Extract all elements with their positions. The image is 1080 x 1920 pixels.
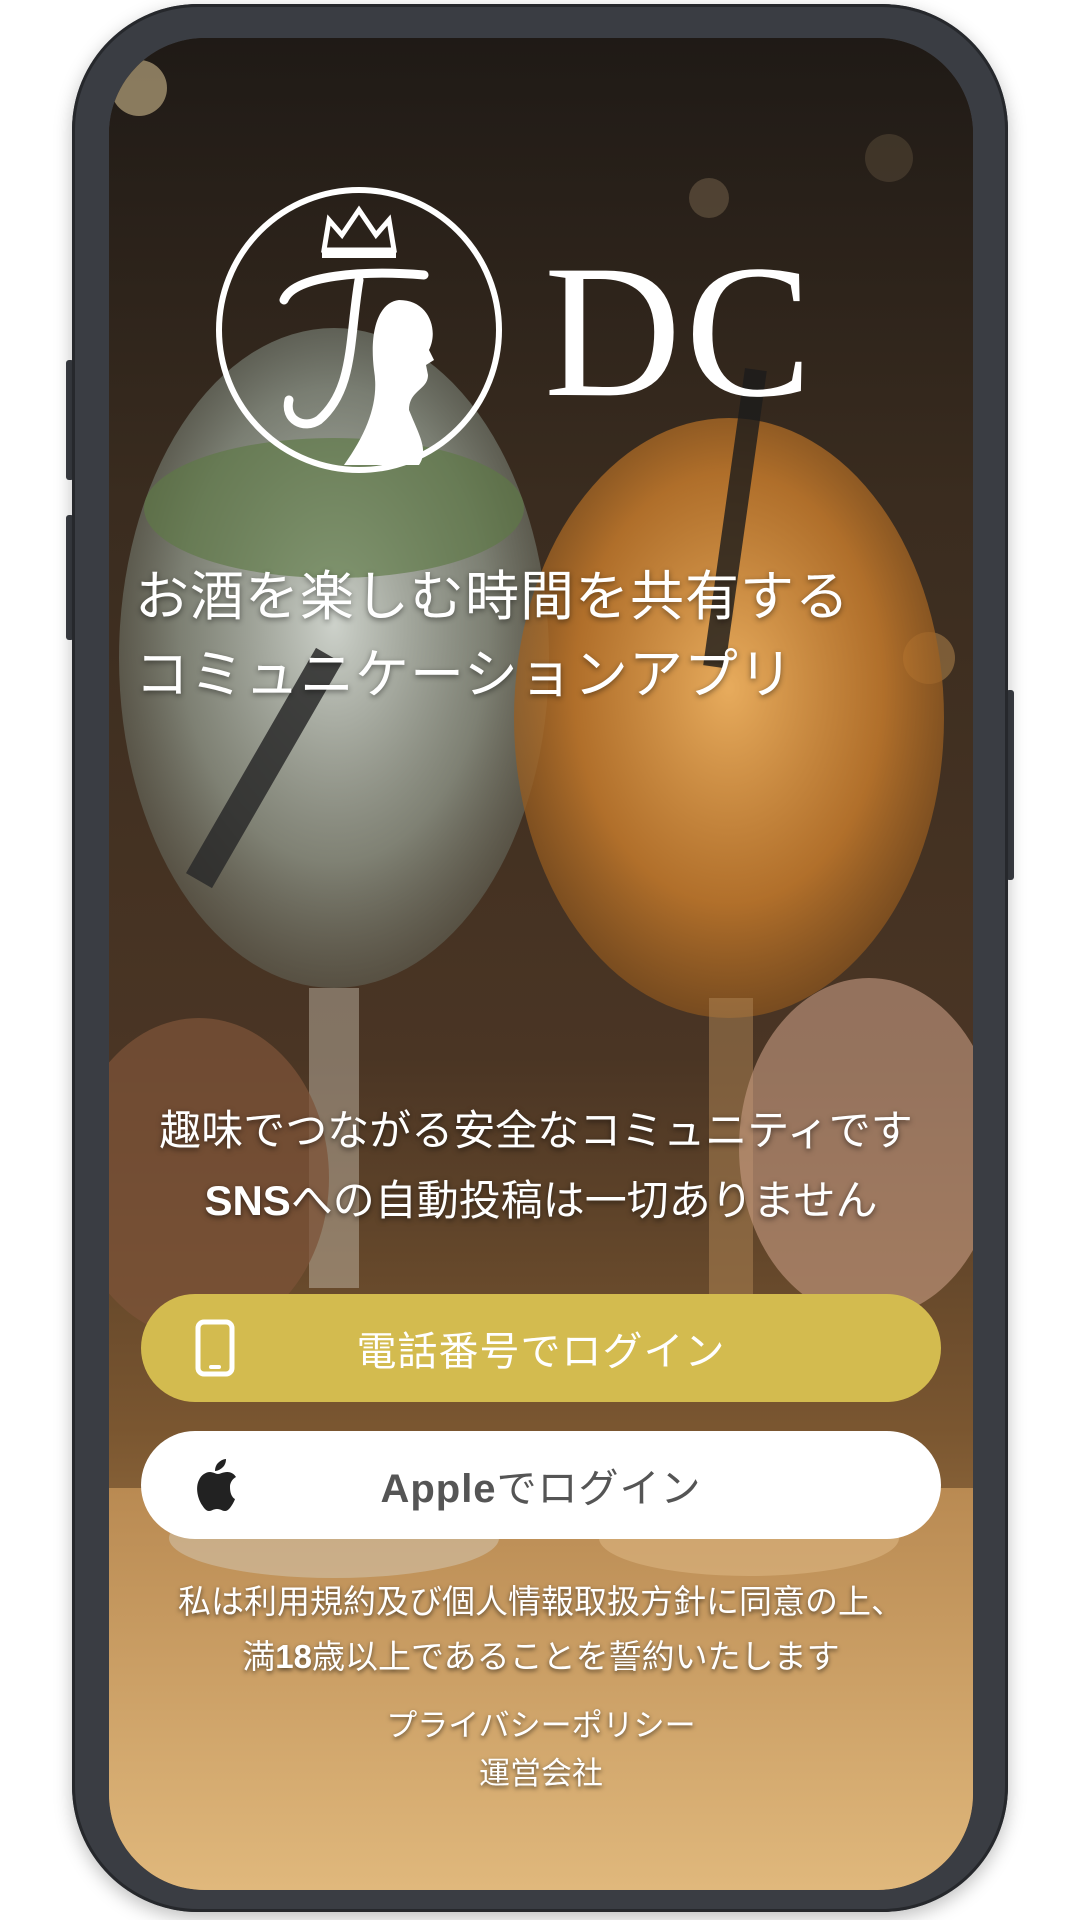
login-screen: DC お酒を楽しむ時間を共有する コミュニケーションアプリ 趣味でつながる安全な… bbox=[109, 38, 973, 1890]
phone-login-button[interactable]: 電話番号でログイン bbox=[141, 1294, 941, 1402]
logo-emblem-icon bbox=[216, 187, 502, 473]
app-logo: DC bbox=[214, 180, 874, 480]
agreement-age-bold: 18 bbox=[275, 1638, 313, 1675]
description-sns-bold: SNS bbox=[204, 1177, 291, 1224]
tagline-line-1: お酒を楽しむ時間を共有する bbox=[135, 565, 850, 628]
apple-login-button[interactable]: Appleでログイン bbox=[141, 1431, 941, 1539]
description-line-2: SNSへの自動投稿は一切ありません bbox=[109, 1166, 973, 1236]
footer-links: プライバシーポリシー 運営会社 bbox=[109, 1702, 973, 1798]
description-line-1: 趣味でつながる安全なコミュニティです bbox=[159, 1106, 913, 1155]
apple-login-label-bold: Apple bbox=[380, 1467, 497, 1511]
device-mockup: DC お酒を楽しむ時間を共有する コミュニケーションアプリ 趣味でつながる安全な… bbox=[0, 0, 1080, 1920]
phone-login-label: 電話番号でログイン bbox=[356, 1329, 726, 1375]
agreement-line-2-text: 歳以上であることを誓約いたします bbox=[312, 1637, 840, 1676]
smartphone-icon bbox=[191, 1318, 239, 1378]
app-description: 趣味でつながる安全なコミュニティです SNSへの自動投稿は一切ありません bbox=[109, 1096, 973, 1236]
agreement-prefix: 満 bbox=[242, 1637, 276, 1676]
operator-link[interactable]: 運営会社 bbox=[479, 1750, 603, 1798]
agreement-line-1: 私は利用規約及び個人情報取扱方針に同意の上、 bbox=[178, 1582, 904, 1621]
terms-agreement: 私は利用規約及び個人情報取扱方針に同意の上、 満18歳以上であることを誓約いたし… bbox=[109, 1574, 973, 1684]
tagline: お酒を楽しむ時間を共有する コミュニケーションアプリ bbox=[135, 558, 965, 714]
tagline-line-2: コミュニケーションアプリ bbox=[135, 643, 794, 706]
brand-wordmark: DC bbox=[544, 227, 816, 437]
apple-icon bbox=[191, 1455, 239, 1515]
description-line-2-text: への自動投稿は一切ありません bbox=[290, 1176, 878, 1225]
privacy-policy-link[interactable]: プライバシーポリシー bbox=[386, 1702, 695, 1750]
apple-login-label: Appleでログイン bbox=[380, 1456, 701, 1514]
apple-login-label-text: でログイン bbox=[496, 1466, 702, 1512]
agreement-line-2: 満18歳以上であることを誓約いたします bbox=[109, 1629, 973, 1684]
